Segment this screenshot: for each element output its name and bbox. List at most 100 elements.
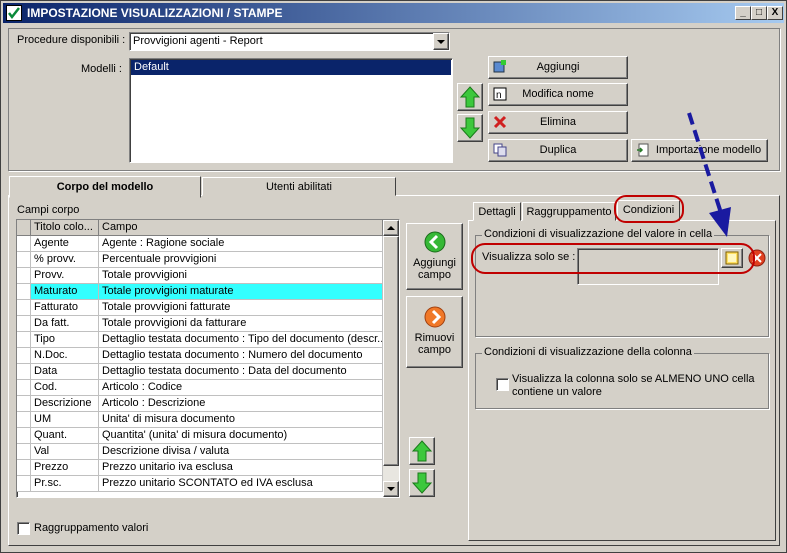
table-row[interactable]: Provv. Totale provvigioni xyxy=(17,268,383,284)
tab-details[interactable]: Dettagli xyxy=(473,202,521,221)
remove-field-button[interactable]: Rimuovi campo xyxy=(406,296,463,368)
cell-title[interactable]: Tipo xyxy=(31,332,99,348)
row-indicator[interactable] xyxy=(17,380,31,396)
grid-header-indicator xyxy=(17,220,31,236)
cell-field[interactable]: Articolo : Descrizione xyxy=(99,396,383,412)
delete-model-button[interactable]: Elimina xyxy=(488,111,628,134)
cell-field[interactable]: Totale provvigioni da fatturare xyxy=(99,316,383,332)
scroll-down-icon[interactable] xyxy=(383,481,399,497)
cell-field[interactable]: Dettaglio testata documento : Data del d… xyxy=(99,364,383,380)
cell-field[interactable]: Dettaglio testata documento : Numero del… xyxy=(99,348,383,364)
delete-icon xyxy=(493,115,507,129)
svg-text:n: n xyxy=(496,90,502,101)
duplicate-model-button[interactable]: Duplica xyxy=(488,139,628,162)
row-indicator[interactable] xyxy=(17,332,31,348)
table-row[interactable]: Pr.sc. Prezzo unitario SCONTATO ed IVA es… xyxy=(17,476,383,492)
rename-model-button[interactable]: n Modifica nome xyxy=(488,83,628,106)
maximize-button[interactable]: □ xyxy=(751,6,767,20)
scroll-up-icon[interactable] xyxy=(383,220,399,236)
minimize-button[interactable]: _ xyxy=(735,6,751,20)
chevron-down-icon[interactable] xyxy=(433,33,449,50)
cell-title[interactable]: Prezzo xyxy=(31,460,99,476)
duplicate-icon xyxy=(493,143,507,157)
tab-grouping[interactable]: Raggruppamento xyxy=(522,202,616,221)
cell-field[interactable]: Prezzo unitario SCONTATO ed IVA esclusa xyxy=(99,476,383,492)
cell-title[interactable]: Provv. xyxy=(31,268,99,284)
row-indicator[interactable] xyxy=(17,268,31,284)
cell-field[interactable]: Descrizione divisa / valuta xyxy=(99,444,383,460)
cell-field[interactable]: Totale provvigioni maturate xyxy=(99,284,383,300)
table-row[interactable]: Fatturato Totale provvigioni fatturate xyxy=(17,300,383,316)
move-model-up-button[interactable] xyxy=(457,83,483,111)
cell-title[interactable]: N.Doc. xyxy=(31,348,99,364)
close-button[interactable]: X xyxy=(767,6,783,20)
move-field-up-button[interactable] xyxy=(409,437,435,465)
row-indicator[interactable] xyxy=(17,252,31,268)
grid-header-title[interactable]: Titolo colo... xyxy=(31,220,99,236)
grouping-checkbox[interactable] xyxy=(17,522,30,535)
cell-title[interactable]: Cod. xyxy=(31,380,99,396)
cell-field[interactable]: Articolo : Codice xyxy=(99,380,383,396)
add-model-button[interactable]: Aggiungi xyxy=(488,56,628,79)
cell-field[interactable]: Totale provvigioni fatturate xyxy=(99,300,383,316)
cell-title[interactable]: % provv. xyxy=(31,252,99,268)
table-row[interactable]: N.Doc. Dettaglio testata documento : Nume… xyxy=(17,348,383,364)
tab-users[interactable]: Utenti abilitati xyxy=(202,177,396,196)
models-list[interactable]: Default xyxy=(129,58,453,163)
scroll-thumb[interactable] xyxy=(383,236,399,466)
cell-title[interactable]: Agente xyxy=(31,236,99,252)
cell-field[interactable]: Unita' di misura documento xyxy=(99,412,383,428)
cell-title[interactable]: Fatturato xyxy=(31,300,99,316)
add-icon xyxy=(493,60,506,73)
cell-title[interactable]: UM xyxy=(31,412,99,428)
row-indicator[interactable] xyxy=(17,348,31,364)
arrow-down-icon xyxy=(459,117,481,139)
table-row[interactable]: Da fatt. Totale provvigioni da fatturare xyxy=(17,316,383,332)
row-indicator[interactable] xyxy=(17,236,31,252)
cell-field[interactable]: Dettaglio testata documento : Tipo del d… xyxy=(99,332,383,348)
move-field-down-button[interactable] xyxy=(409,469,435,497)
cell-field[interactable]: Percentuale provvigioni xyxy=(99,252,383,268)
cell-title[interactable]: Quant. xyxy=(31,428,99,444)
row-indicator[interactable] xyxy=(17,460,31,476)
row-indicator[interactable] xyxy=(17,284,31,300)
row-indicator[interactable] xyxy=(17,300,31,316)
add-field-button[interactable]: Aggiungi campo xyxy=(406,223,463,290)
table-row[interactable]: Data Dettaglio testata documento : Data d… xyxy=(17,364,383,380)
table-row[interactable]: Tipo Dettaglio testata documento : Tipo d… xyxy=(17,332,383,348)
cell-field[interactable]: Agente : Ragione sociale xyxy=(99,236,383,252)
tab-body[interactable]: Corpo del modello xyxy=(9,176,201,198)
models-list-item[interactable]: Default xyxy=(131,60,451,75)
cell-title[interactable]: Da fatt. xyxy=(31,316,99,332)
cell-title[interactable]: Maturato xyxy=(31,284,99,300)
row-indicator[interactable] xyxy=(17,364,31,380)
procedure-select[interactable]: Provvigioni agenti - Report xyxy=(129,32,450,51)
row-indicator[interactable] xyxy=(17,428,31,444)
cell-title[interactable]: Data xyxy=(31,364,99,380)
table-row[interactable]: UM Unita' di misura documento xyxy=(17,412,383,428)
table-row[interactable]: Val Descrizione divisa / valuta xyxy=(17,444,383,460)
column-condition-checkbox[interactable] xyxy=(496,378,509,391)
table-row[interactable]: Prezzo Prezzo unitario iva esclusa xyxy=(17,460,383,476)
table-row[interactable]: % provv. Percentuale provvigioni xyxy=(17,252,383,268)
cell-title[interactable]: Descrizione xyxy=(31,396,99,412)
cell-title[interactable]: Pr.sc. xyxy=(31,476,99,492)
grid-header-field[interactable]: Campo xyxy=(99,220,383,236)
table-row[interactable]: Quant. Quantita' (unita' di misura docume… xyxy=(17,428,383,444)
grid-scrollbar[interactable] xyxy=(383,220,399,497)
row-indicator[interactable] xyxy=(17,476,31,492)
cell-field[interactable]: Totale provvigioni xyxy=(99,268,383,284)
table-row[interactable]: Maturato Totale provvigioni maturate xyxy=(17,284,383,300)
cell-title[interactable]: Val xyxy=(31,444,99,460)
table-row[interactable]: Cod. Articolo : Codice xyxy=(17,380,383,396)
row-indicator[interactable] xyxy=(17,444,31,460)
row-indicator[interactable] xyxy=(17,316,31,332)
cell-field[interactable]: Prezzo unitario iva esclusa xyxy=(99,460,383,476)
row-indicator[interactable] xyxy=(17,396,31,412)
table-row[interactable]: Agente Agente : Ragione sociale xyxy=(17,236,383,252)
cell-field[interactable]: Quantita' (unita' di misura documento) xyxy=(99,428,383,444)
table-row[interactable]: Descrizione Articolo : Descrizione xyxy=(17,396,383,412)
row-indicator[interactable] xyxy=(17,412,31,428)
fields-grid[interactable]: Titolo colo... Campo Agente Agente : Ragi… xyxy=(17,220,399,497)
move-model-down-button[interactable] xyxy=(457,114,483,142)
